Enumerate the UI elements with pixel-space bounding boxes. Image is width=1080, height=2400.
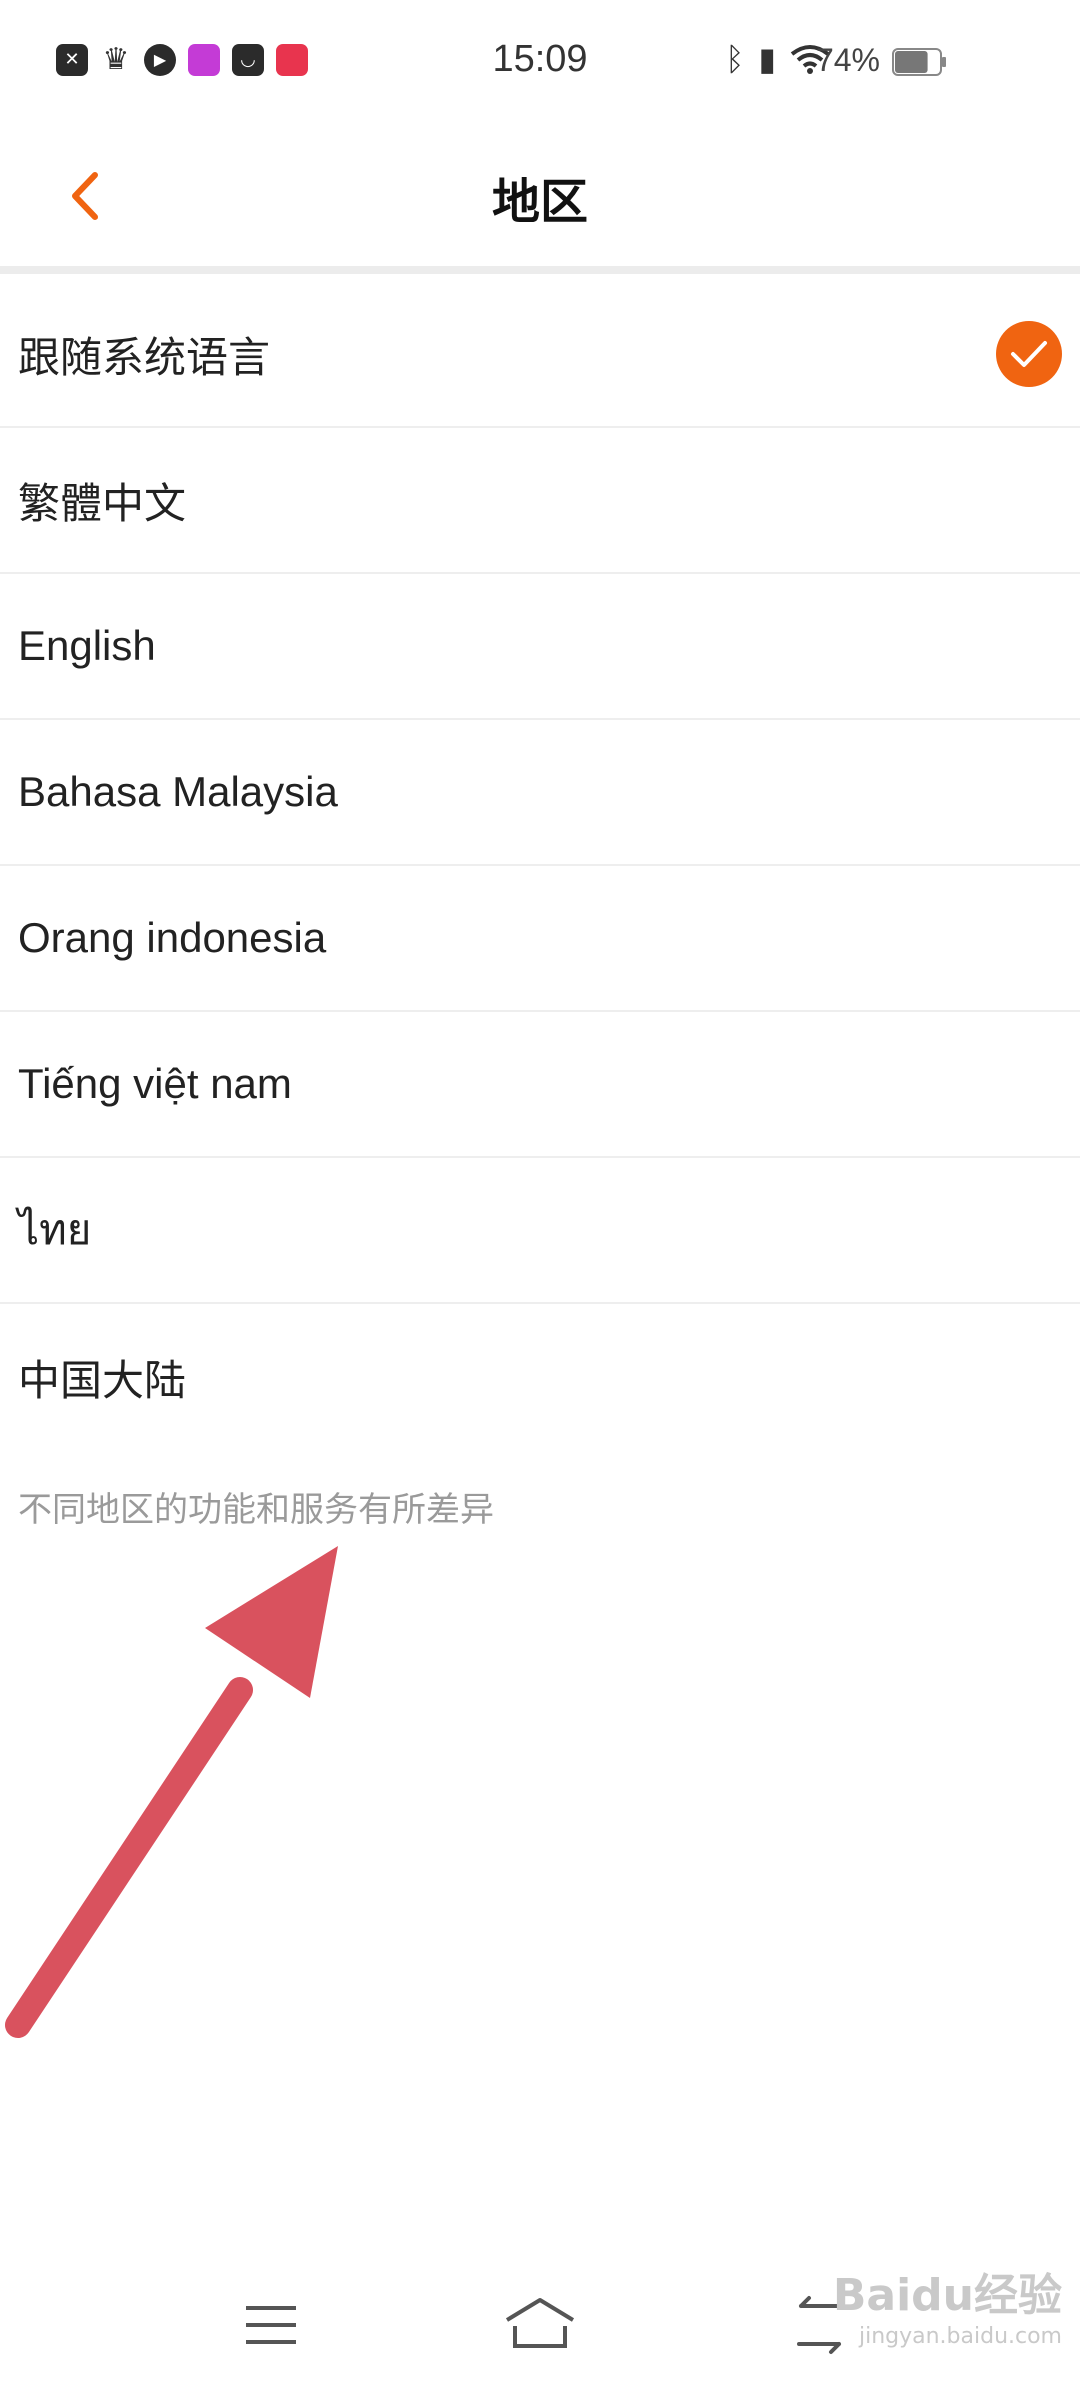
status-bar: ✕ ♛ ▶ ◡ 15:09 ᛒ ▮ 74% — [0, 0, 1080, 120]
option-thai[interactable]: ไทย — [0, 1158, 1080, 1304]
header: 地区 — [0, 120, 1080, 274]
option-label: Tiếng việt nam — [18, 1060, 292, 1107]
bluetooth-icon: ᛒ — [725, 40, 745, 78]
home-icon[interactable] — [495, 2290, 585, 2360]
battery-icon — [892, 48, 946, 76]
option-label: 跟随系统语言 — [18, 333, 271, 381]
region-option-list: 跟随系统语言 繁體中文 English Bahasa Malaysia Oran… — [0, 282, 1080, 1450]
menu-icon[interactable] — [226, 2290, 316, 2360]
option-label: Bahasa Malaysia — [18, 768, 338, 815]
option-label: English — [18, 622, 156, 669]
system-icons: ᛒ ▮ — [725, 40, 830, 78]
option-vietnamese[interactable]: Tiếng việt nam — [0, 1012, 1080, 1158]
option-label: 中国大陆 — [18, 1356, 187, 1404]
option-english[interactable]: English — [0, 574, 1080, 720]
option-traditional-chinese[interactable]: 繁體中文 — [0, 428, 1080, 574]
annotation-arrow-icon — [5, 1546, 338, 2038]
watermark-url: jingyan.baidu.com — [858, 2324, 1062, 2349]
battery-percent: 74% — [815, 42, 880, 78]
page-title: 地区 — [491, 176, 588, 229]
watermark-brand: Baidu经验 — [832, 2270, 1062, 2321]
watermark: Baidu经验 jingyan.baidu.com — [833, 2274, 1062, 2348]
option-indonesian[interactable]: Orang indonesia — [0, 866, 1080, 1012]
option-label: 繁體中文 — [18, 479, 187, 527]
option-mainland-china[interactable]: 中国大陆 — [0, 1304, 1080, 1450]
vibrate-icon: ▮ — [758, 40, 776, 78]
selected-check-icon — [996, 321, 1062, 387]
option-follow-system[interactable]: 跟随系统语言 — [0, 282, 1080, 428]
option-label: Orang indonesia — [18, 914, 327, 961]
option-bahasa-malaysia[interactable]: Bahasa Malaysia — [0, 720, 1080, 866]
option-label: ไทย — [18, 1206, 92, 1253]
